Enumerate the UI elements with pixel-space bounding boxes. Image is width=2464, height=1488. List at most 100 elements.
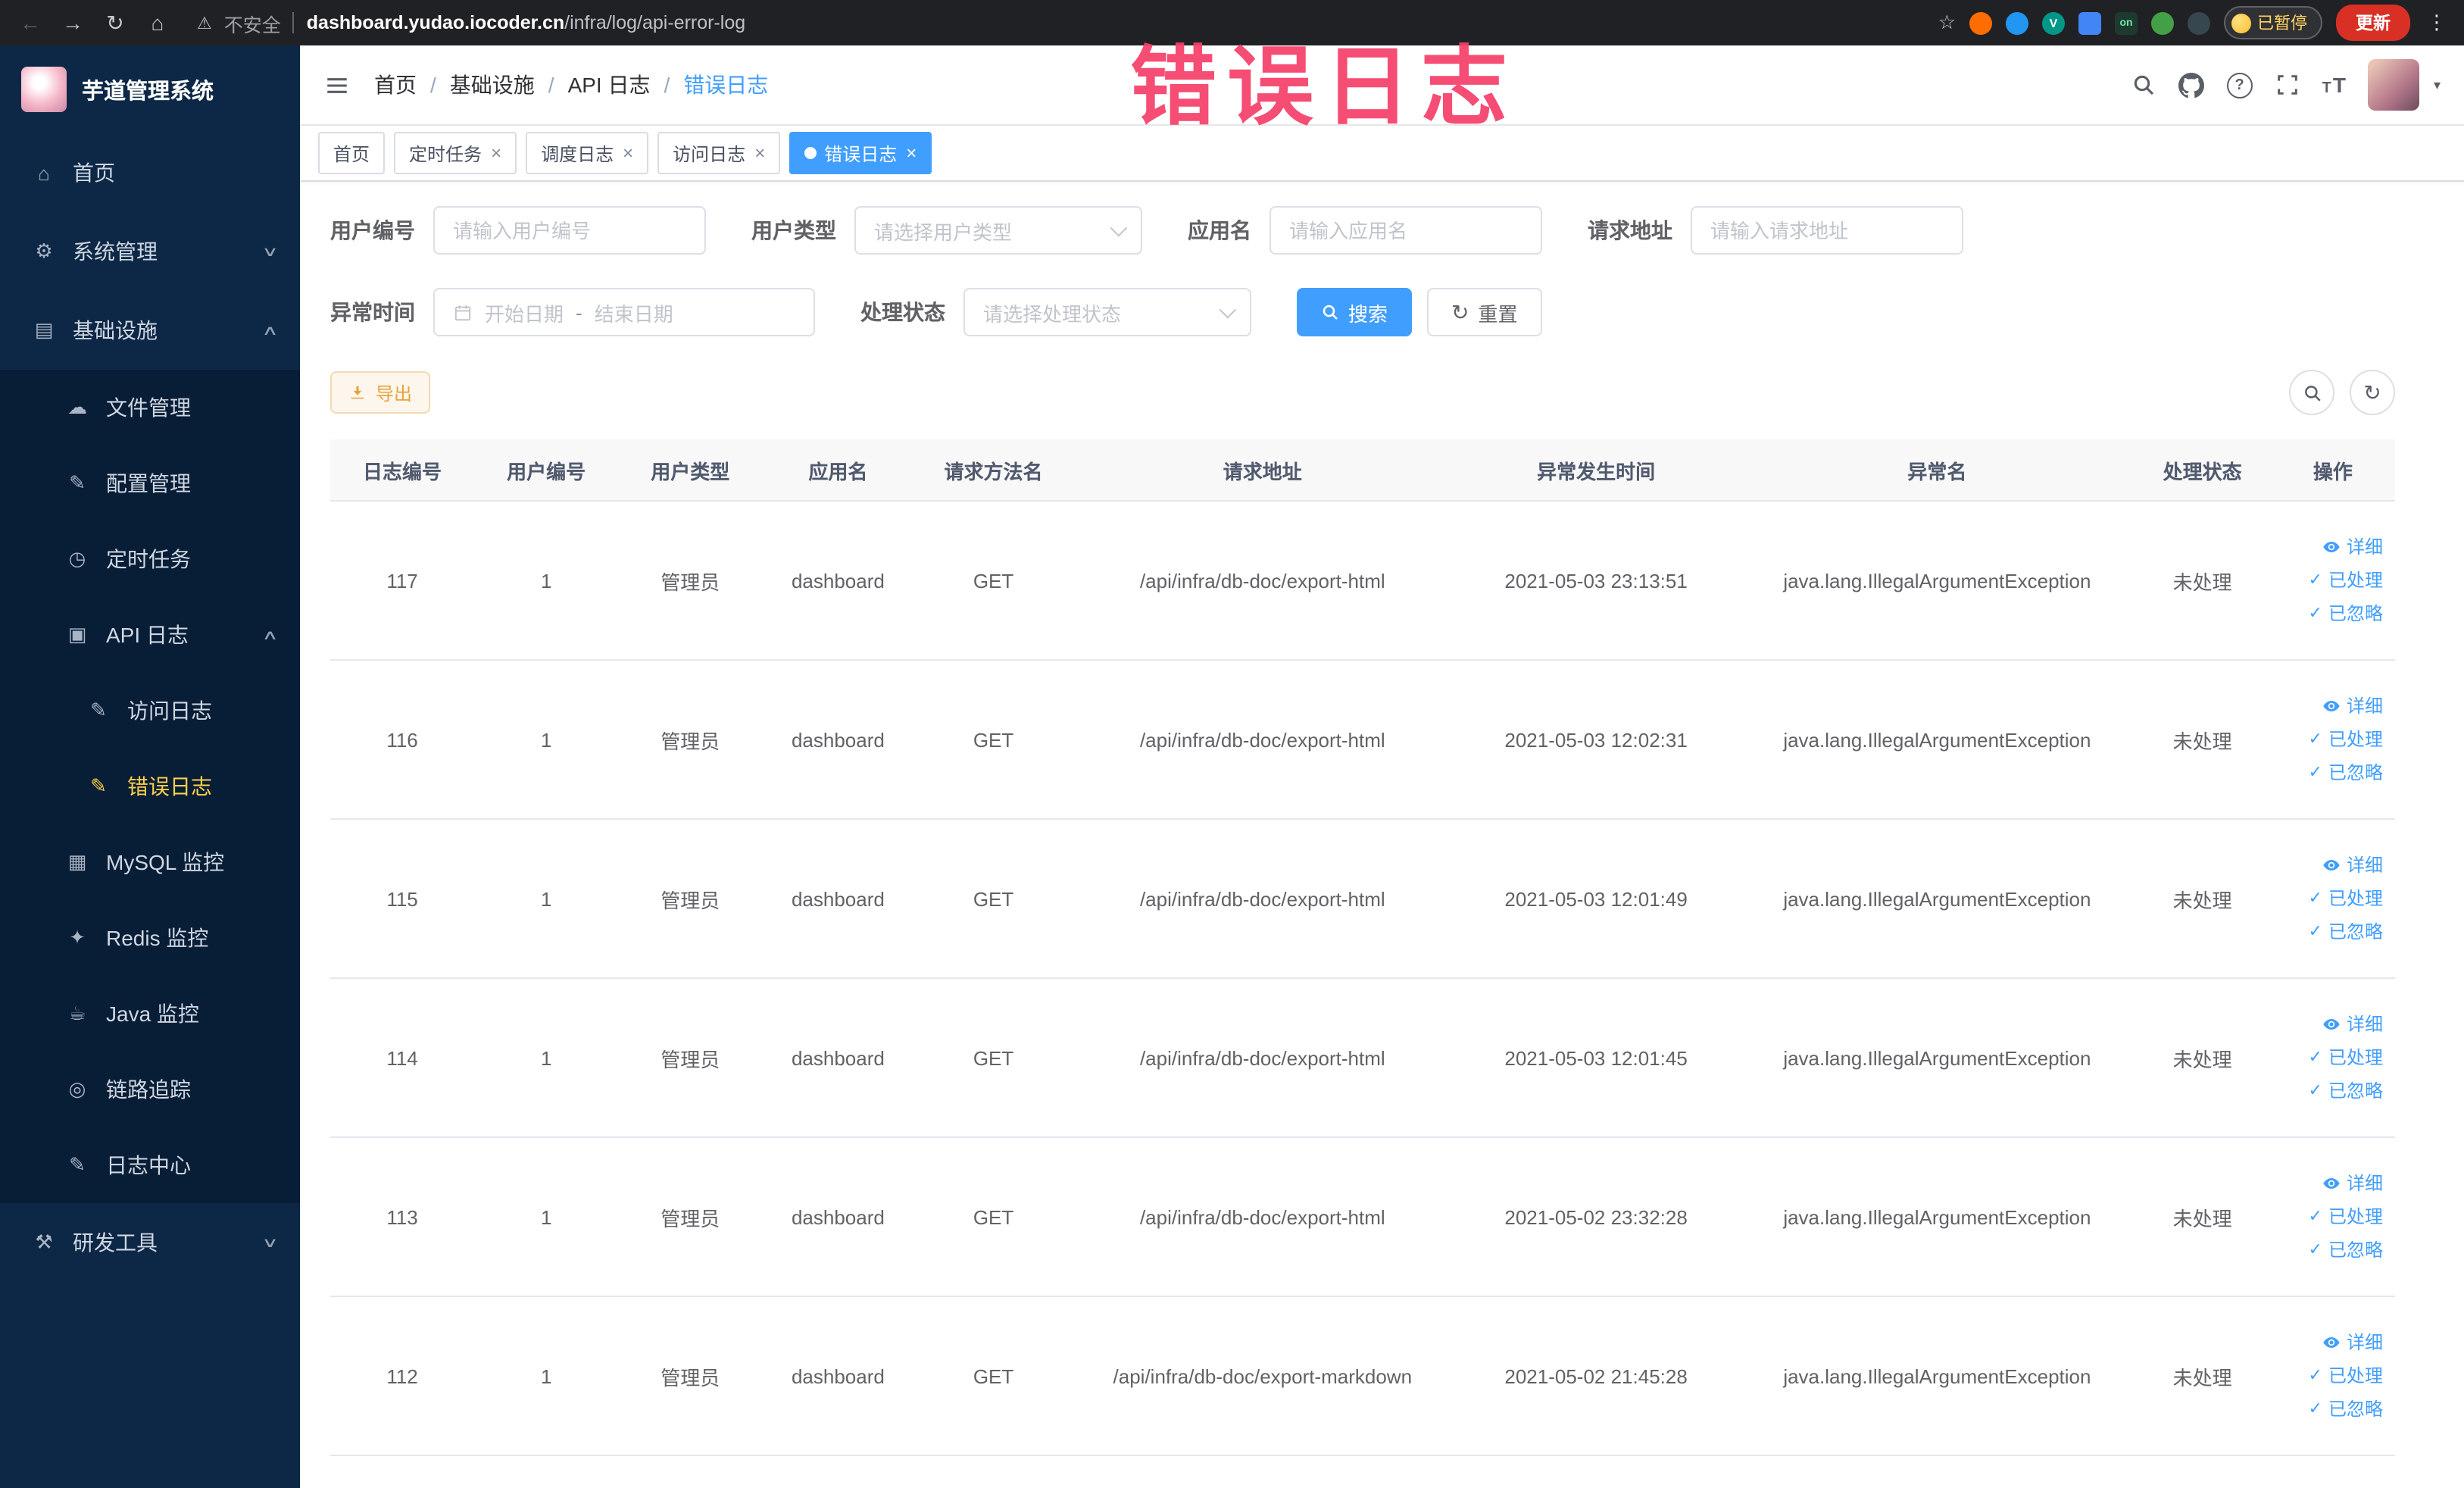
avatar-caret-icon[interactable]: ▾ [2434,77,2441,93]
header-tools: ? TT ▾ [2131,59,2441,111]
avatar[interactable] [2368,59,2420,111]
select-placeholder: 请选择处理状态 [983,302,1122,325]
action-processed[interactable]: ✓ 已处理 [2280,1200,2383,1233]
action-detail[interactable]: 详细 [2280,1008,2383,1041]
column-header: 请求地址 [1073,439,1452,502]
edit-icon: ✎ [90,774,107,797]
extension-icon[interactable]: V [2042,11,2065,34]
sidebar-item-dev-tools[interactable]: ⚒ 研发工具 ∨ [0,1203,300,1282]
action-ignored[interactable]: ✓ 已忽略 [2280,1393,2383,1426]
sidebar-item-api-log[interactable]: ▣ API 日志 ∧ [0,597,300,673]
help-icon[interactable]: ? [2226,72,2253,98]
action-ignored[interactable]: ✓ 已忽略 [2280,756,2383,789]
action-ignored[interactable]: ✓ 已忽略 [2280,1074,2383,1108]
action-detail[interactable]: 详细 [2280,849,2383,882]
export-button[interactable]: 导出 [330,371,431,414]
cell-time: 2021-05-02 21:45:28 [1451,1296,1741,1456]
breadcrumb-separator: / [430,73,436,97]
sidebar-item-scheduled-tasks[interactable]: ◷ 定时任务 [0,521,300,597]
back-icon[interactable]: ← [15,11,45,35]
action-detail[interactable]: 详细 [2280,1326,2383,1359]
action-ignored[interactable]: ✓ 已忽略 [2280,597,2383,630]
font-size-icon[interactable]: TT [2322,73,2346,97]
sidebar-item-log-center[interactable]: ✎ 日志中心 [0,1127,300,1203]
extension-icon[interactable] [2006,11,2028,34]
user-id-input[interactable] [433,206,706,255]
exception-time-range-picker[interactable]: 开始日期 - 结束日期 [433,288,815,336]
action-detail[interactable]: 详细 [2280,1167,2383,1200]
paused-badge[interactable]: 已暂停 [2224,6,2322,39]
tab-home[interactable]: 首页 [318,132,386,174]
tab-access-log[interactable]: 访问日志 × [657,132,781,174]
sidebar-item-label: 日志中心 [106,1153,191,1177]
extension-icon[interactable]: on [2115,11,2138,34]
address-bar[interactable]: ⚠ 不安全 dashboard.yudao.iocoder.cn/infra/l… [185,8,1926,37]
sidebar-item-infrastructure[interactable]: ▤ 基础设施 ∧ [0,291,300,370]
close-icon[interactable]: × [623,142,633,164]
fullscreen-icon[interactable] [2275,73,2300,97]
sidebar-item-error-log[interactable]: ✎ 错误日志 [0,749,300,824]
sidebar-item-file-management[interactable]: ☁ 文件管理 [0,370,300,445]
search-icon[interactable] [2131,73,2156,97]
toggle-search-button[interactable] [2289,370,2334,415]
reload-icon[interactable]: ↻ [100,10,130,36]
action-processed[interactable]: ✓ 已处理 [2280,882,2383,915]
cell-method: GET [913,501,1073,661]
sidebar-item-mysql-monitor[interactable]: ▦ MySQL 监控 [0,824,300,900]
github-icon[interactable] [2178,72,2204,98]
close-icon[interactable]: × [906,142,917,164]
sidebar-item-redis-monitor[interactable]: ✦ Redis 监控 [0,900,300,976]
search-button[interactable]: 搜索 [1297,288,1413,336]
sidebar-item-java-monitor[interactable]: ☕ Java 监控 [0,976,300,1052]
sidebar-item-home[interactable]: ⌂ 首页 [0,133,300,212]
tab-scheduled-tasks[interactable]: 定时任务 × [394,132,517,174]
table-body: 117 1 管理员 dashboard GET/api/infra/db-doc/exp… [330,501,2395,1456]
reset-button[interactable]: ↻ 重置 [1427,288,1542,336]
sidebar-item-link-tracing[interactable]: ◎ 链路追踪 [0,1052,300,1127]
sidebar-item-label: Java 监控 [106,1002,199,1026]
extension-icon[interactable] [2188,11,2210,34]
tab-error-log[interactable]: 错误日志 × [789,132,932,174]
user-type-select[interactable]: 请选择用户类型 [854,206,1142,255]
action-ignored[interactable]: ✓ 已忽略 [2280,915,2383,949]
search-button-label: 搜索 [1348,302,1388,325]
cell-actions: 详细 ✓ 已处理 ✓ 已忽略 [2270,978,2395,1138]
breadcrumb-item-current[interactable]: 错误日志 [683,70,768,100]
close-icon[interactable]: × [754,142,765,164]
extension-icon[interactable] [1969,11,1992,34]
font-size-small-glyph: T [2322,80,2331,97]
breadcrumb-item[interactable]: 首页 [374,70,417,100]
extension-icon[interactable] [2151,11,2174,34]
hamburger-icon[interactable] [324,72,350,98]
close-icon[interactable]: × [491,142,501,164]
action-ignored[interactable]: ✓ 已忽略 [2280,1233,2383,1267]
forward-icon[interactable]: → [58,11,88,35]
request-url-input[interactable] [1691,206,1963,255]
action-processed[interactable]: ✓ 已处理 [2280,1359,2383,1393]
breadcrumb-item[interactable]: 基础设施 [450,70,535,100]
cell-exception: java.lang.IllegalArgumentException [1740,1137,2135,1297]
tab-schedule-log[interactable]: 调度日志 × [526,132,649,174]
action-detail[interactable]: 详细 [2280,530,2383,564]
browser-home-icon[interactable]: ⌂ [142,11,173,35]
chrome-update-button[interactable]: 更新 [2336,5,2410,41]
breadcrumb-item[interactable]: API 日志 [568,70,651,100]
refresh-table-button[interactable]: ↻ [2350,370,2395,415]
logo[interactable]: 芋道管理系统 [0,45,300,133]
process-status-select[interactable]: 请选择处理状态 [963,288,1251,336]
browser-menu-icon[interactable]: ⋮ [2424,11,2450,35]
extension-icon[interactable] [2078,11,2101,34]
action-processed[interactable]: ✓ 已处理 [2280,723,2383,756]
sidebar-item-label: 配置管理 [106,471,191,495]
sidebar-item-access-log[interactable]: ✎ 访问日志 [0,673,300,749]
action-processed[interactable]: ✓ 已处理 [2280,1041,2383,1074]
action-detail[interactable]: 详细 [2280,689,2383,723]
check-icon: ✓ [2308,605,2322,623]
action-processed[interactable]: ✓ 已处理 [2280,564,2383,597]
sidebar-item-system-management[interactable]: ⚙ 系统管理 ∨ [0,212,300,291]
sidebar-item-label: MySQL 监控 [106,850,225,874]
infrastructure-icon: ▤ [34,318,54,341]
sidebar-item-config-management[interactable]: ✎ 配置管理 [0,445,300,521]
app-name-input[interactable] [1269,206,1542,255]
bookmark-star-icon[interactable]: ☆ [1938,11,1956,35]
